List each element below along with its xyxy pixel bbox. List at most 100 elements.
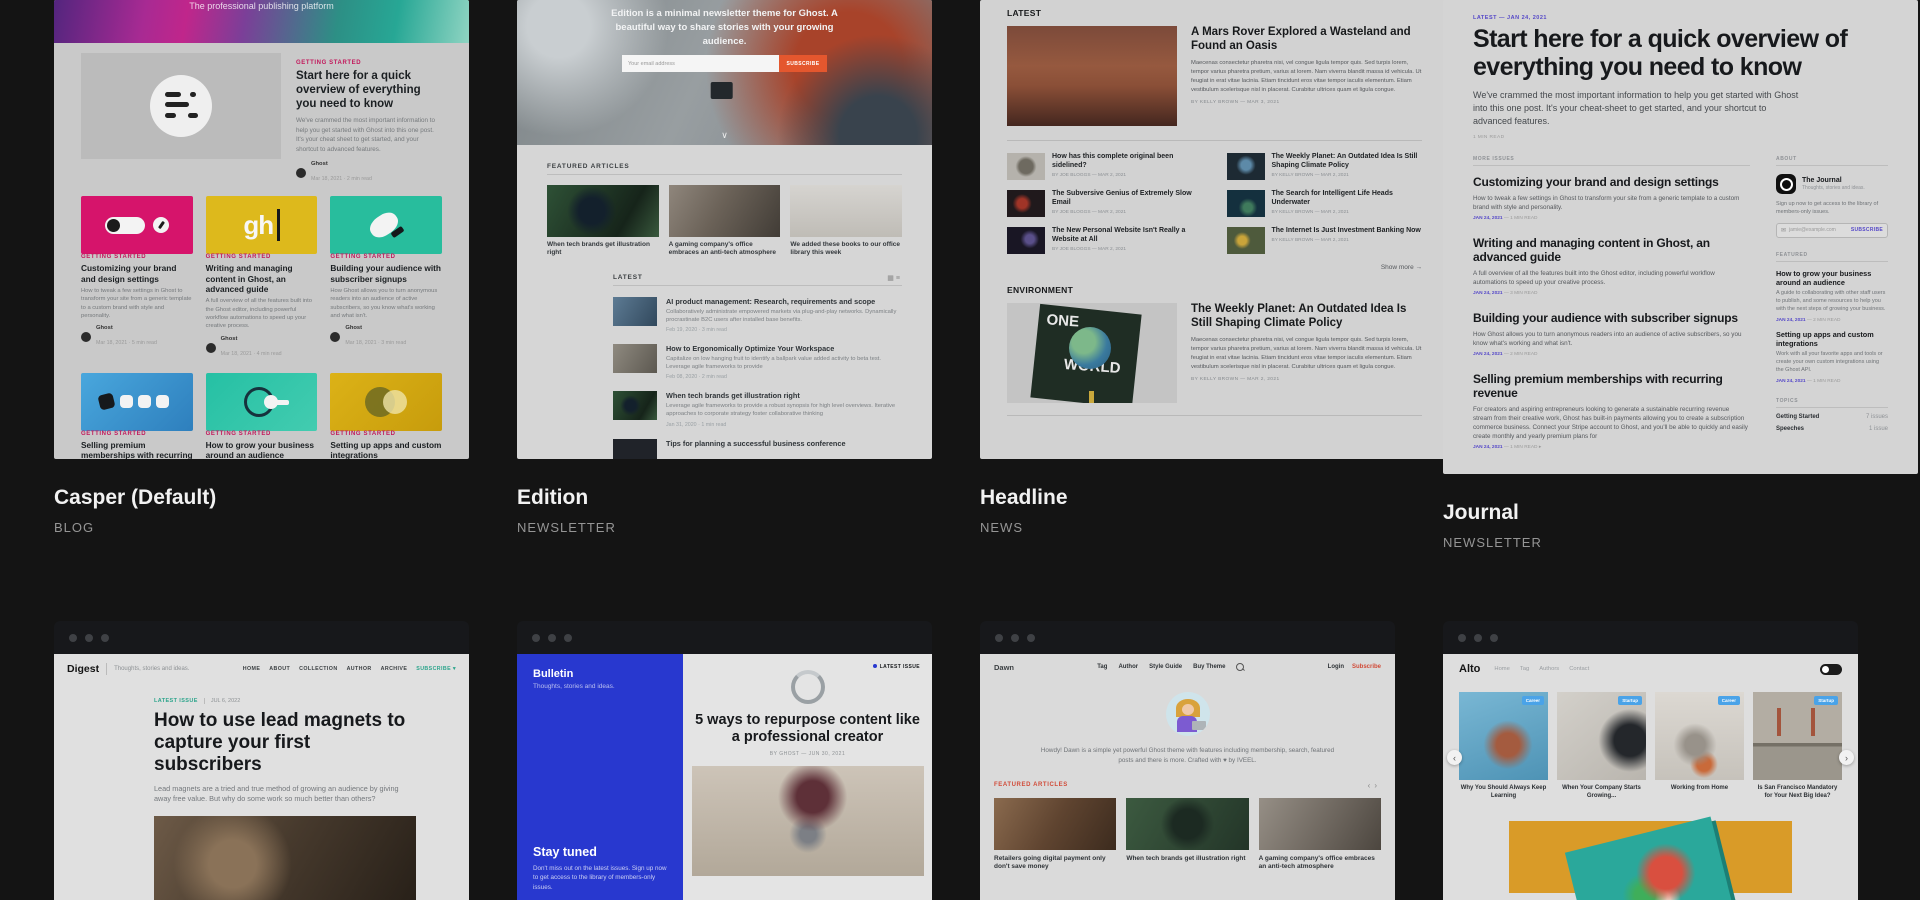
post-tag-label: GETTING STARTED [330, 254, 442, 260]
post-card: GETTING STARTED Selling premium membersh… [81, 373, 193, 459]
bulletin-preview: Bulletin Thoughts, stories and ideas. St… [517, 654, 932, 900]
nav-item: Authors [1539, 666, 1559, 672]
latest-item: AI product management: Research, require… [613, 297, 902, 333]
casper-hero-image [81, 53, 281, 159]
issue-excerpt: How Ghost allows you to turn anonymous r… [1473, 330, 1750, 348]
article-byline: BY KELLY BROWN — MAR 2, 2021 [1272, 238, 1421, 243]
issue-title: Selling premium memberships with recurri… [1473, 373, 1750, 401]
theme-card-headline[interactable]: LATEST A Mars Rover Explored a Wasteland… [980, 0, 1395, 550]
issue-date: JAN 24, 2021 [1473, 291, 1503, 296]
latest-item: Tips for planning a successful business … [613, 439, 902, 459]
theme-card-journal[interactable]: LATEST — JAN 24, 2021 Start here for a q… [1443, 0, 1858, 550]
post-tag-label: GETTING STARTED [330, 431, 442, 437]
theme-card-bulletin[interactable]: Bulletin Thoughts, stories and ideas. St… [517, 621, 932, 900]
theme-category: NEWSLETTER [1443, 535, 1858, 550]
theme-card-casper[interactable]: The professional publishing platform GET… [54, 0, 469, 550]
topics-label: TOPICS [1776, 398, 1888, 408]
article-thumb [613, 297, 657, 326]
article-title: The Subversive Genius of Extremely Slow … [1052, 190, 1203, 208]
window-control-dot [532, 634, 540, 642]
issues-column: MORE ISSUES Customizing your brand and d… [1473, 156, 1750, 466]
article-thumb [1126, 798, 1248, 850]
avatar-laptop [1192, 721, 1206, 730]
latest-label: LATEST — JAN 24, 2021 [1473, 15, 1888, 21]
nav-item: AUTHOR [347, 666, 372, 672]
topic-name: Getting Started [1776, 414, 1819, 420]
issue-item: Customizing your brand and design settin… [1473, 176, 1750, 221]
subscribe-button: SUBSCRIBE [779, 55, 827, 72]
article-excerpt: Work with all your favorite apps and too… [1776, 351, 1888, 375]
site-tagline: Thoughts, stories and ideas. [114, 666, 189, 672]
article-title: A gaming company's office embraces an an… [669, 241, 781, 258]
book-hero-block [1509, 821, 1792, 893]
theme-card-dawn[interactable]: Dawn Tag Author Style Guide Buy Theme Lo… [980, 621, 1395, 900]
view-grid-icon: ▦ [887, 275, 896, 282]
journal-sidebar: ABOUT The Journal Thoughts, stories and … [1776, 156, 1888, 466]
post-card: GETTING STARTED How to grow your busines… [206, 373, 318, 459]
casper-preview: The professional publishing platform GET… [54, 0, 469, 459]
post-tag-label: GETTING STARTED [81, 254, 193, 260]
circles-tile-icon [330, 373, 442, 431]
grid-article: How has this complete original been side… [1007, 153, 1203, 180]
article-excerpt: Leverage agile frameworks to provide a r… [666, 402, 902, 418]
article-excerpt: Maecenas consectetur pharetra nisi, vel … [1191, 336, 1422, 372]
site-tagline: Thoughts, stories and ideas. [1802, 185, 1865, 191]
lead-title: Start here for a quick overview of every… [1473, 26, 1888, 81]
article-byline: BY JOE BLOGGS — MAR 2, 2021 [1052, 210, 1203, 215]
theme-gallery-row-1: The professional publishing platform GET… [54, 0, 1858, 550]
digest-lead: LATEST ISSUE JUL 6, 2022 How to use lead… [154, 698, 416, 900]
article-thumb [1007, 153, 1045, 180]
lead-story: A Mars Rover Explored a Wasteland and Fo… [1007, 26, 1422, 126]
author-avatar [296, 168, 306, 178]
post-excerpt: How to tweak a few settings in Ghost to … [81, 287, 193, 321]
post-card: Startup When Your Company Starts Growing… [1557, 692, 1646, 801]
post-title: Selling premium memberships with recurri… [81, 440, 193, 459]
environment-label: ENVIRONMENT [1007, 285, 1422, 295]
dot-icon [873, 664, 877, 668]
post-byline: Ghost Mar 18, 2021 · 2 min read [296, 161, 442, 185]
browser-chrome [54, 621, 469, 654]
article-thumb: Career [1655, 692, 1744, 780]
article-title: Setting up apps and custom integrations [1776, 330, 1888, 348]
coffee-cup [710, 82, 732, 99]
post-card: GETTING STARTED Customizing your brand a… [81, 196, 193, 360]
issue-read-time: — 2 MIN READ [1806, 318, 1841, 323]
article-title: We added these books to our office libra… [790, 241, 902, 258]
globe-icon [1069, 327, 1111, 369]
topic-row: Speeches1 issue [1776, 426, 1888, 432]
article-thumb [1227, 190, 1265, 217]
article-thumb [1227, 153, 1265, 180]
nav-item: Author [1118, 664, 1138, 670]
post-tag-label: GETTING STARTED [206, 431, 318, 437]
casper-site-tagline: The professional publishing platform [54, 1, 469, 11]
casper-banner: The professional publishing platform [54, 0, 469, 43]
gh-glyph: gh [243, 210, 273, 241]
site-logo: Alto [1459, 663, 1480, 675]
issue-read-time: — 1 MIN READ [1503, 216, 1538, 221]
email-placeholder: jamie@example.com [1789, 227, 1851, 233]
site-nav: Tag Author Style Guide Buy Theme [1097, 663, 1244, 671]
theme-category: NEWSLETTER [517, 520, 932, 535]
read-time: 1 MIN READ [1473, 135, 1888, 140]
mail-icon: ✉ [1781, 227, 1786, 234]
post-card: GETTING STARTED Setting up apps and cust… [330, 373, 442, 459]
search-icon [1236, 663, 1244, 671]
browser-chrome [1443, 621, 1858, 654]
featured-article: When tech brands get illustration right [547, 185, 659, 258]
site-nav: HOME ABOUT COLLECTION AUTHOR ARCHIVE SUB… [243, 666, 456, 672]
window-control-dot [1474, 634, 1482, 642]
article-title: How has this complete original been side… [1052, 153, 1203, 171]
tag-badge: Career [1718, 696, 1740, 705]
window-control-dot [1011, 634, 1019, 642]
post-card: Career Why You Should Always Keep Learni… [1459, 692, 1548, 801]
article-thumb [790, 185, 902, 237]
article-thumb: Career [1459, 692, 1548, 780]
article-title: A gaming company's office embraces an an… [1259, 855, 1381, 872]
theme-card-alto[interactable]: Alto Home Tag Authors Contact ‹ › Career… [1443, 621, 1858, 900]
dawn-preview: Dawn Tag Author Style Guide Buy Theme Lo… [980, 654, 1395, 900]
theme-card-edition[interactable]: Edition is a minimal newsletter theme fo… [517, 0, 932, 550]
mascot-avatar [1166, 692, 1210, 736]
subscribe-link: SUBSCRIBE ▾ [416, 666, 456, 672]
nav-item: ABOUT [269, 666, 290, 672]
theme-card-digest[interactable]: Digest Thoughts, stories and ideas. HOME… [54, 621, 469, 900]
